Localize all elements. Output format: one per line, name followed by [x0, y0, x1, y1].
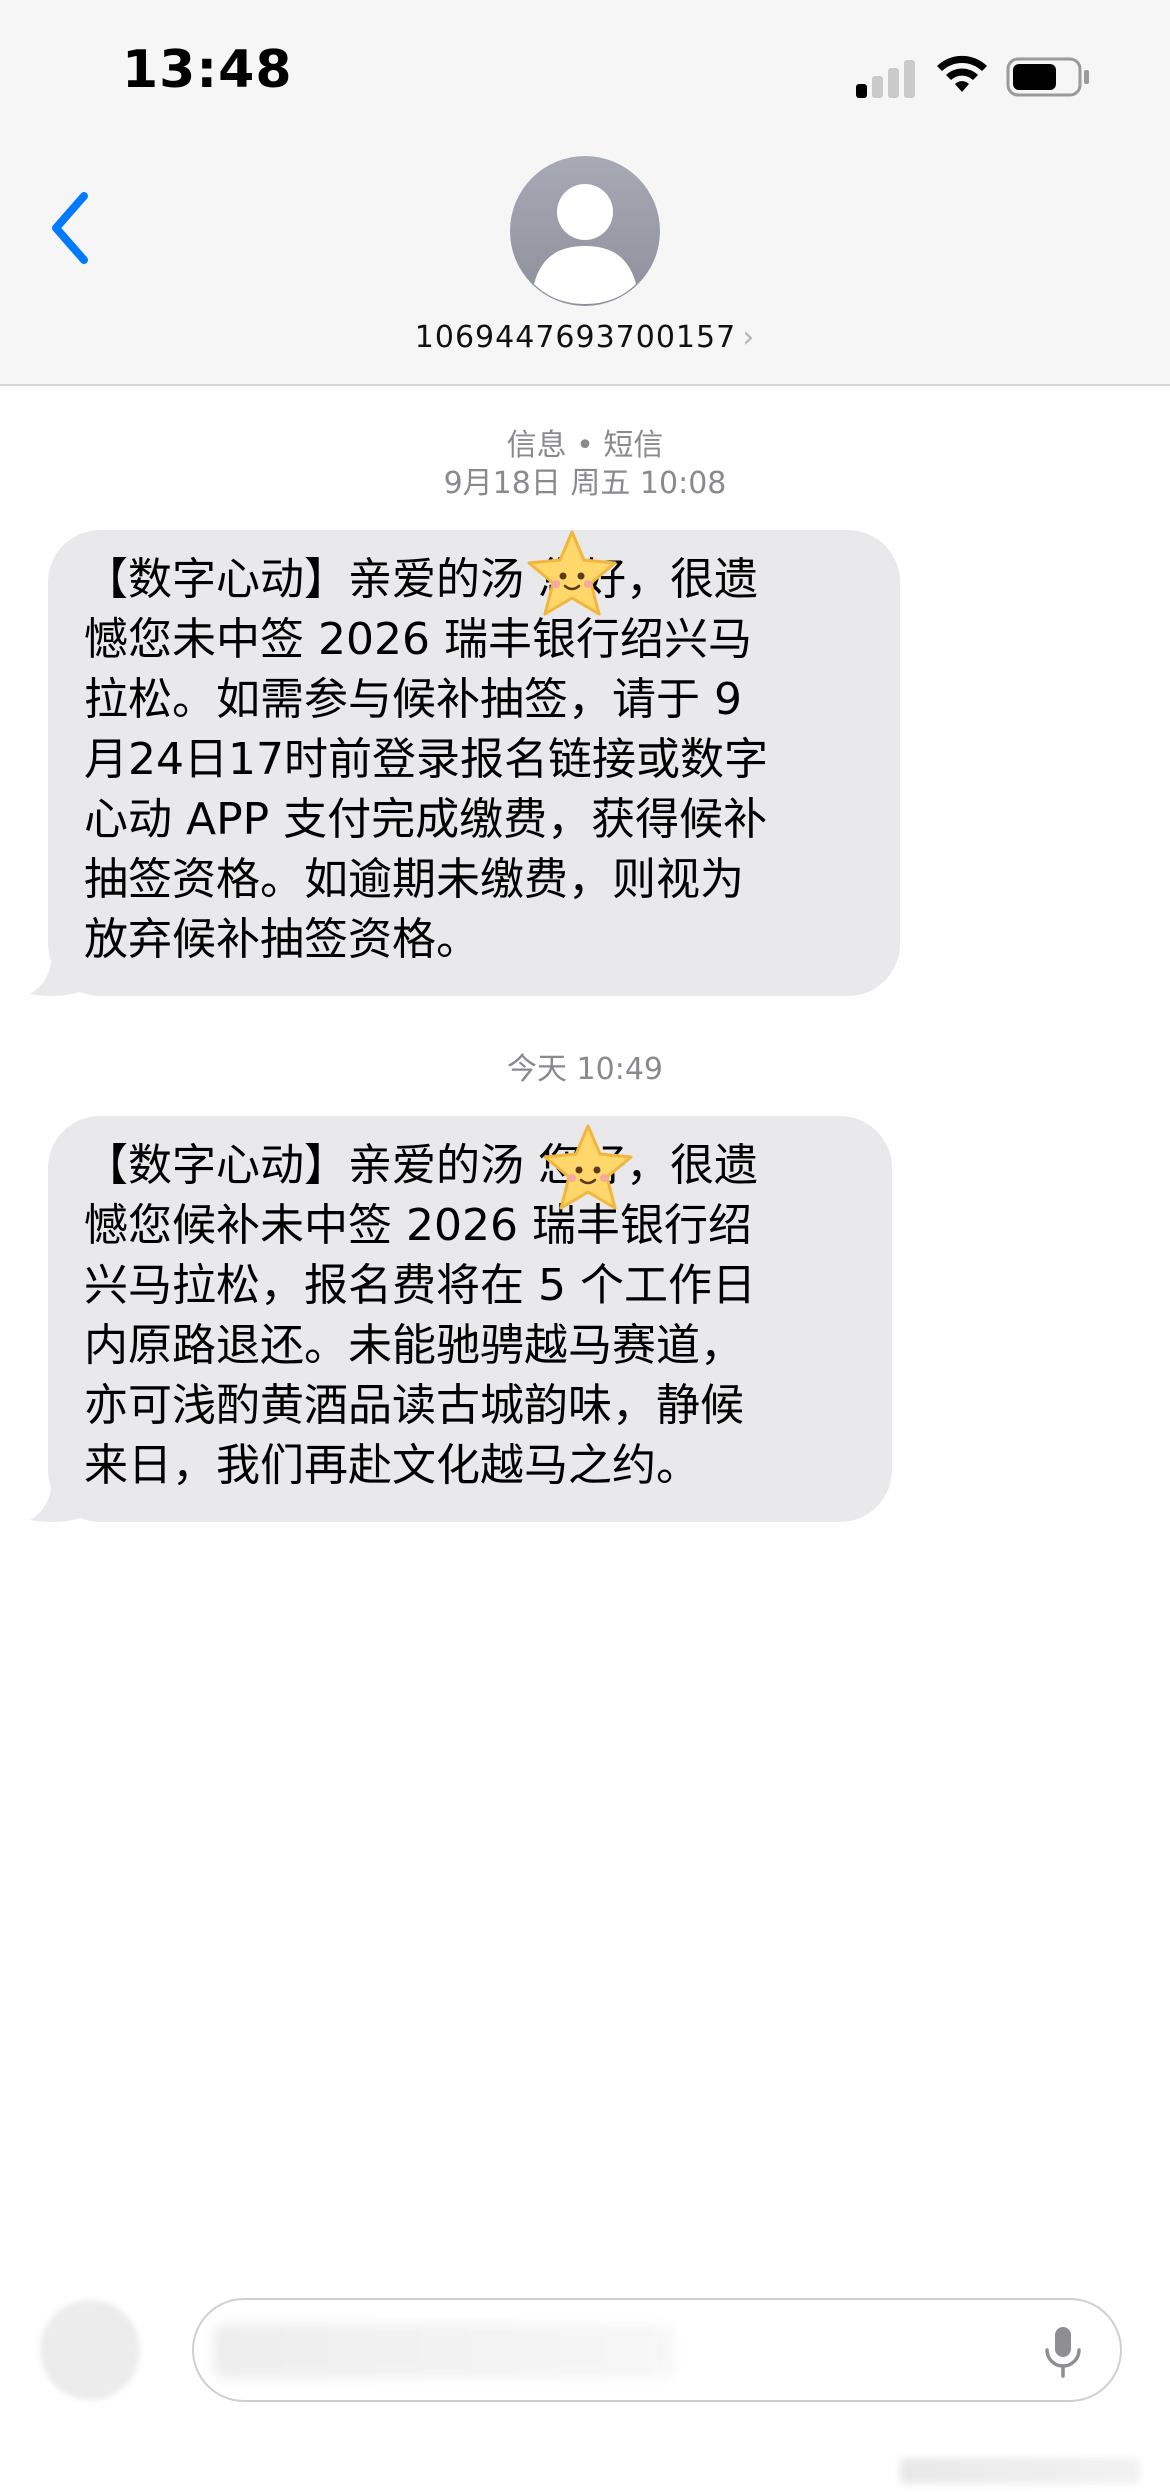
person-silhouette-icon	[534, 184, 636, 304]
cellular-signal-icon	[856, 58, 916, 98]
message-line: 【数字心动】亲爱的汤 您好，很遗	[84, 554, 758, 605]
message-line: 憾您候补未中签 2026 瑞丰银行绍	[84, 1200, 752, 1251]
message-bubble[interactable]: 【数字心动】亲爱的汤 您好，很遗 憾您候补未中签 2026 瑞丰银行绍 兴马拉松…	[48, 1116, 892, 1522]
blurred-placeholder	[214, 2324, 674, 2378]
message-line: 憾您未中签 2026 瑞丰银行绍兴马	[84, 614, 752, 665]
message-line: 【数字心动】亲爱的汤 您好，很遗	[84, 1140, 758, 1191]
service-label: 信息 • 短信	[506, 428, 664, 463]
chevron-right-icon: ›	[742, 320, 756, 355]
message-line: 月24日17时前登录报名链接或数字	[84, 734, 768, 785]
status-time: 13:48	[122, 40, 293, 100]
message-line: 内原路退还。未能驰骋越马赛道，	[84, 1320, 744, 1371]
message-input[interactable]	[192, 2298, 1122, 2402]
message-line: 抽签资格。如逾期未缴费，则视为	[84, 854, 744, 905]
message-bubble[interactable]: 【数字心动】亲爱的汤 您好，很遗 憾您未中签 2026 瑞丰银行绍兴马 拉松。如…	[48, 530, 900, 996]
watermark	[900, 2458, 1140, 2484]
message-timestamp: 今天 10:49	[507, 1052, 663, 1087]
star-sticker-icon	[543, 1124, 633, 1210]
contact-details-link[interactable]: 1069447693700157 ›	[0, 320, 1170, 355]
contact-number: 1069447693700157	[414, 320, 737, 355]
message-line: 放弃候补抽签资格。	[84, 914, 480, 965]
star-sticker-icon	[527, 530, 617, 616]
message-line: 心动 APP 支付完成缴费，获得候补	[84, 794, 768, 845]
message-timestamp: 9月18日 周五 10:08	[443, 466, 727, 501]
message-line: 亦可浅酌黄酒品读古城韵味，静候	[84, 1380, 744, 1431]
message-line: 拉松。如需参与候补抽签，请于 9	[84, 674, 742, 725]
conversation-header: 13:48 1069447693700157 ›	[0, 0, 1170, 386]
wifi-icon	[937, 55, 987, 92]
contact-avatar[interactable]	[510, 156, 660, 306]
messages-screen: 13:48 1069447693700157 › 信息 • 短信 9月18日 周…	[0, 0, 1170, 2492]
microphone-icon[interactable]	[1040, 2324, 1086, 2380]
apps-button[interactable]	[40, 2300, 140, 2400]
back-button[interactable]	[46, 188, 96, 268]
battery-icon	[1006, 57, 1089, 97]
message-line: 来日，我们再赴文化越马之约。	[84, 1440, 700, 1491]
message-line: 兴马拉松，报名费将在 5 个工作日	[84, 1260, 756, 1311]
